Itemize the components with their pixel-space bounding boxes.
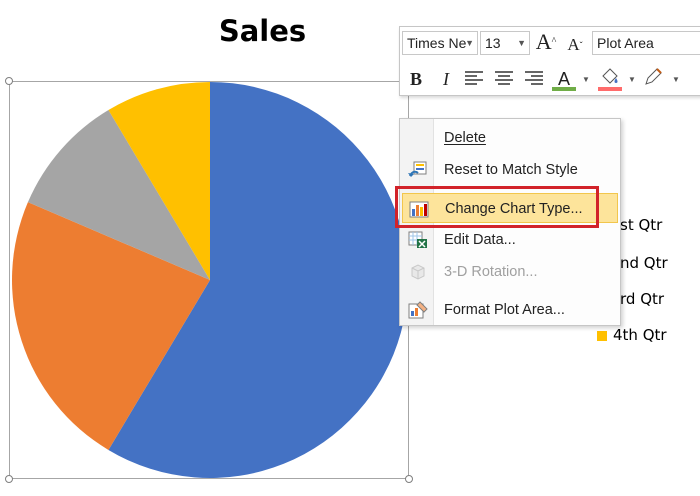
legend-entry-2[interactable]: nd Qtr <box>620 254 668 274</box>
menu-item-label: 3-D Rotation... <box>444 264 538 280</box>
reset-style-icon <box>408 161 427 177</box>
menu-item-delete[interactable]: Delete <box>402 123 618 153</box>
align-center-icon[interactable] <box>492 67 516 91</box>
shrink-font-button[interactable]: Aˇ <box>564 33 586 57</box>
menu-item-format-plot-area[interactable]: Format Plot Area... <box>402 295 618 325</box>
chevron-down-icon[interactable]: ▼ <box>672 75 680 84</box>
chevron-down-icon: ▼ <box>465 38 474 48</box>
menu-item-label: Delete <box>444 130 486 146</box>
context-menu: Delete Reset to Match Style Change Chart… <box>399 118 621 326</box>
font-name-value: Times Ne <box>407 35 467 51</box>
menu-item-3d-rotation: 3-D Rotation... <box>402 257 618 287</box>
font-color-swatch <box>552 87 576 91</box>
legend-label: 4th Qtr <box>613 326 667 344</box>
shape-outline-button[interactable] <box>642 67 666 91</box>
paint-bucket-icon <box>602 68 618 84</box>
legend-label: rd Qtr <box>620 290 665 308</box>
shape-fill-button[interactable] <box>598 67 622 91</box>
bold-button[interactable]: B <box>404 67 428 91</box>
legend-label: nd Qtr <box>620 254 668 272</box>
legend-swatch <box>597 331 607 341</box>
menu-item-edit-data[interactable]: Edit Data... <box>402 225 618 255</box>
chart-element-selector[interactable]: Plot Area <box>592 31 700 55</box>
font-size-box[interactable]: 13 ▼ <box>480 31 530 55</box>
legend-entry-3[interactable]: rd Qtr <box>620 290 664 310</box>
font-size-value: 13 <box>485 35 501 51</box>
caret-down-icon: ˇ <box>579 40 583 50</box>
chevron-down-icon: ▼ <box>517 38 526 48</box>
align-right-icon[interactable] <box>522 67 546 91</box>
legend-label: st Qtr <box>620 216 663 234</box>
chart-element-value: Plot Area <box>597 35 654 51</box>
menu-item-change-chart-type[interactable]: Change Chart Type... <box>402 193 618 223</box>
font-color-icon: A <box>557 69 570 89</box>
menu-item-label: Format Plot Area... <box>444 302 565 318</box>
menu-item-label: Reset to Match Style <box>444 162 578 178</box>
format-plot-area-icon <box>408 301 428 319</box>
menu-item-label: Edit Data... <box>444 232 516 248</box>
caret-up-icon: ^ <box>551 36 557 47</box>
mini-toolbar: Times Ne ▼ 13 ▼ A^ Aˇ Plot Area B I A ▼ … <box>399 26 700 96</box>
fill-color-swatch <box>598 87 622 91</box>
change-chart-type-icon <box>409 201 429 218</box>
legend-entry-1[interactable]: st Qtr <box>620 216 662 236</box>
3d-rotation-icon <box>411 264 425 280</box>
font-color-button[interactable]: A <box>552 67 576 91</box>
font-name-box[interactable]: Times Ne ▼ <box>402 31 478 55</box>
italic-button[interactable]: I <box>434 67 458 91</box>
chevron-down-icon[interactable]: ▼ <box>628 75 636 84</box>
edit-data-icon <box>408 231 427 248</box>
chevron-down-icon[interactable]: ▼ <box>582 75 590 84</box>
align-left-icon[interactable] <box>462 67 486 91</box>
grow-font-button[interactable]: A^ <box>534 30 558 54</box>
menu-item-reset-to-match-style[interactable]: Reset to Match Style <box>402 155 618 185</box>
pencil-icon <box>645 68 662 85</box>
menu-item-label: Change Chart Type... <box>445 201 583 217</box>
legend-entry-4[interactable]: 4th Qtr <box>597 326 667 346</box>
